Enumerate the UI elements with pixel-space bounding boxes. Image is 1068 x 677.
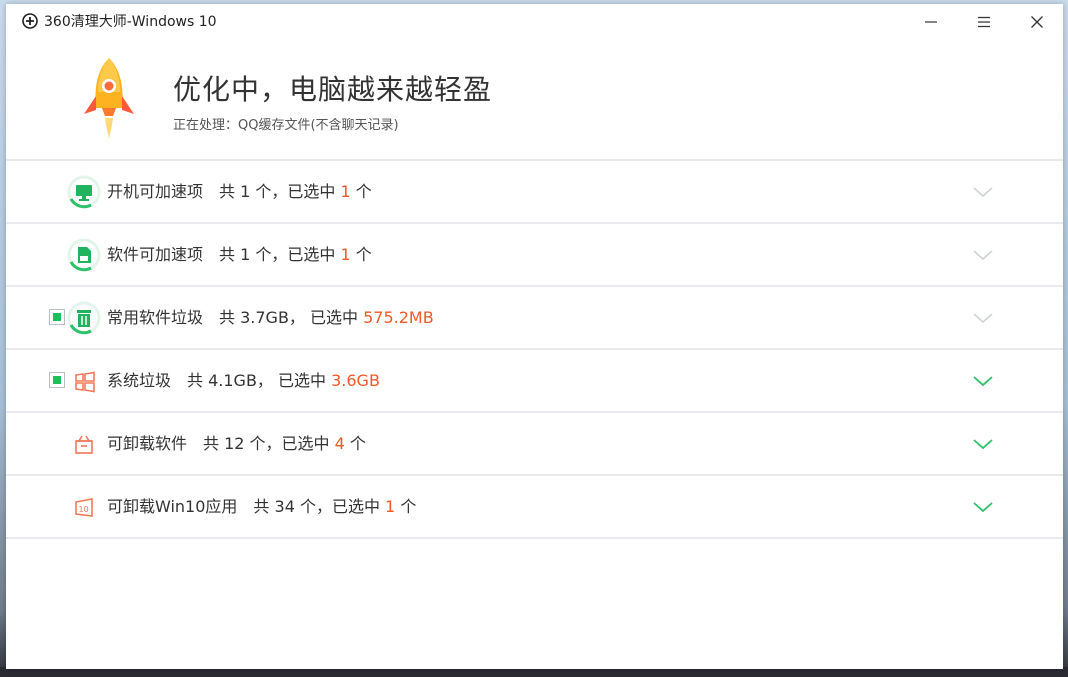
current-task-text: 正在处理：QQ缓存文件(不含聊天记录) bbox=[173, 118, 399, 133]
unit-suffix: 个 bbox=[395, 497, 417, 516]
unit-suffix: 个 bbox=[344, 434, 366, 453]
category-total: 共 4.1GB， 已选中 bbox=[187, 371, 332, 390]
list-item[interactable]: 常用软件垃圾共 3.7GB， 已选中 575.2MB bbox=[6, 287, 1063, 350]
category-name: 可卸载Win10应用 bbox=[107, 497, 238, 516]
category-list: 开机可加速项共 1 个，已选中 1 个 软件可加速项共 1 个，已选中 1 个 bbox=[6, 161, 1063, 539]
category-total: 共 1 个，已选中 bbox=[219, 245, 341, 264]
minimize-icon bbox=[925, 21, 937, 23]
category-name: 常用软件垃圾 bbox=[107, 308, 204, 327]
chevron-down-icon[interactable] bbox=[972, 374, 994, 388]
close-icon bbox=[1031, 16, 1043, 28]
list-item[interactable]: 可卸载软件共 12 个，已选中 4 个 bbox=[6, 413, 1063, 476]
list-item[interactable]: 系统垃圾共 4.1GB， 已选中 3.6GB bbox=[6, 350, 1063, 413]
windows-icon bbox=[75, 371, 95, 393]
chevron-down-icon[interactable] bbox=[972, 248, 994, 262]
sd-card-icon bbox=[67, 238, 101, 272]
chevron-down-icon[interactable] bbox=[972, 500, 994, 514]
app-window: 360清理大师-Windows 10 优化中，电脑越来越轻盈 正在处理：QQ缓存… bbox=[6, 4, 1063, 669]
svg-text:10: 10 bbox=[79, 505, 89, 514]
list-item[interactable]: 开机可加速项共 1 个，已选中 1 个 bbox=[6, 161, 1063, 224]
row-checkbox[interactable] bbox=[49, 309, 65, 325]
selected-count: 1 bbox=[340, 182, 351, 201]
row-checkbox[interactable] bbox=[49, 372, 65, 388]
trash-icon bbox=[67, 301, 101, 335]
selected-count: 4 bbox=[334, 434, 345, 453]
category-total: 共 1 个，已选中 bbox=[219, 182, 341, 201]
win10-app-icon: 10 bbox=[75, 498, 93, 517]
app-logo-icon bbox=[22, 13, 38, 29]
minimize-button[interactable] bbox=[909, 8, 953, 36]
chevron-down-icon[interactable] bbox=[972, 311, 994, 325]
category-name: 开机可加速项 bbox=[107, 182, 204, 201]
close-button[interactable] bbox=[1015, 8, 1059, 36]
chevron-down-icon[interactable] bbox=[972, 437, 994, 451]
category-total: 共 12 个，已选中 bbox=[203, 434, 335, 453]
category-name: 软件可加速项 bbox=[107, 245, 204, 264]
category-name: 可卸载软件 bbox=[107, 434, 188, 453]
menu-button[interactable] bbox=[962, 8, 1006, 36]
monitor-icon bbox=[67, 175, 101, 209]
selected-size: 575.2MB bbox=[363, 308, 434, 327]
gift-box-icon bbox=[75, 435, 93, 454]
category-total: 共 34 个，已选中 bbox=[253, 497, 386, 516]
selected-size: 3.6GB bbox=[331, 371, 380, 390]
category-total: 共 3.7GB， 已选中 bbox=[219, 308, 364, 327]
unit-suffix: 个 bbox=[350, 245, 372, 264]
list-item[interactable]: 软件可加速项共 1 个，已选中 1 个 bbox=[6, 224, 1063, 287]
unit-suffix: 个 bbox=[350, 182, 372, 201]
hamburger-icon bbox=[978, 16, 990, 28]
status-title: 优化中，电脑越来越轻盈 bbox=[173, 73, 493, 106]
title-bar[interactable]: 360清理大师-Windows 10 bbox=[6, 4, 1063, 40]
window-title: 360清理大师-Windows 10 bbox=[44, 14, 217, 30]
selected-count: 1 bbox=[340, 245, 351, 264]
selected-count: 1 bbox=[385, 497, 396, 516]
rocket-icon bbox=[84, 58, 134, 140]
category-name: 系统垃圾 bbox=[107, 371, 172, 390]
chevron-down-icon[interactable] bbox=[972, 185, 994, 199]
list-item[interactable]: 10 可卸载Win10应用共 34 个，已选中 1 个 bbox=[6, 476, 1063, 539]
